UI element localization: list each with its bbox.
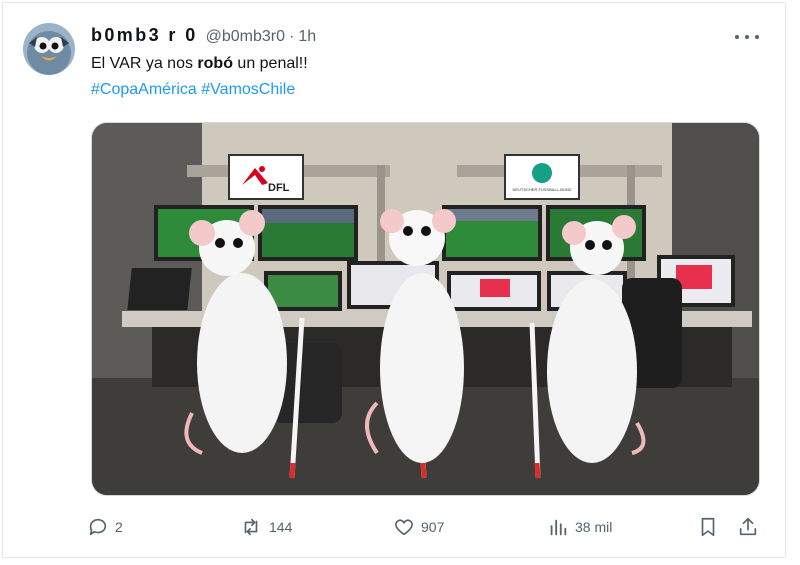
display-name[interactable]: b0mb3 r 0: [91, 25, 198, 46]
dfb-logo-text: DEUTSCHER FUSSBALL-BUND: [512, 187, 571, 192]
tweet-image[interactable]: DFL DEUTSCHER FUSSBALL-BUND: [91, 122, 760, 496]
tweet-text-part: El VAR ya nos: [91, 55, 198, 72]
reply-count: 2: [115, 519, 123, 535]
tweet-text-bold: robó: [197, 55, 233, 72]
hashtag-copa-america[interactable]: #CopaAmérica: [91, 81, 197, 98]
views-button[interactable]: 38 mil: [547, 515, 612, 539]
user-handle[interactable]: @b0mb3r0: [206, 28, 285, 46]
bookmark-icon: [701, 517, 715, 537]
repost-icon: [244, 518, 258, 536]
like-icon: [395, 519, 413, 536]
dfl-logo-text: DFL: [268, 182, 290, 194]
share-icon: [739, 517, 757, 536]
like-button[interactable]: 907: [393, 515, 444, 539]
views-icon: [550, 519, 567, 536]
more-icon[interactable]: [735, 27, 759, 47]
repost-count: 144: [269, 519, 293, 535]
like-count: 907: [421, 519, 445, 535]
share-button[interactable]: [737, 515, 759, 539]
bookmark-button[interactable]: [697, 515, 719, 539]
separator-dot: ·: [289, 28, 295, 45]
tweet-card: b0mb3 r 0 @b0mb3r0 · 1h El VAR ya nos ro…: [2, 2, 786, 558]
action-bar: 2 144 907 38 mil: [87, 515, 767, 539]
var-room-illustration: DFL DEUTSCHER FUSSBALL-BUND: [92, 123, 759, 495]
tweet-header: b0mb3 r 0 @b0mb3r0 · 1h: [91, 25, 316, 47]
repost-button[interactable]: 144: [239, 515, 292, 539]
timestamp[interactable]: 1h: [298, 28, 316, 46]
reply-button[interactable]: 2: [87, 515, 123, 539]
views-count: 38 mil: [575, 519, 613, 535]
tweet-text-part: un penal!!: [232, 55, 308, 72]
hashtag-list: #CopaAmérica #VamosChile: [91, 79, 295, 101]
avatar[interactable]: [23, 23, 75, 75]
hashtag-vamos-chile[interactable]: #VamosChile: [201, 81, 295, 98]
tweet-text: El VAR ya nos robó un penal!!: [91, 53, 308, 75]
reply-icon: [89, 518, 107, 536]
